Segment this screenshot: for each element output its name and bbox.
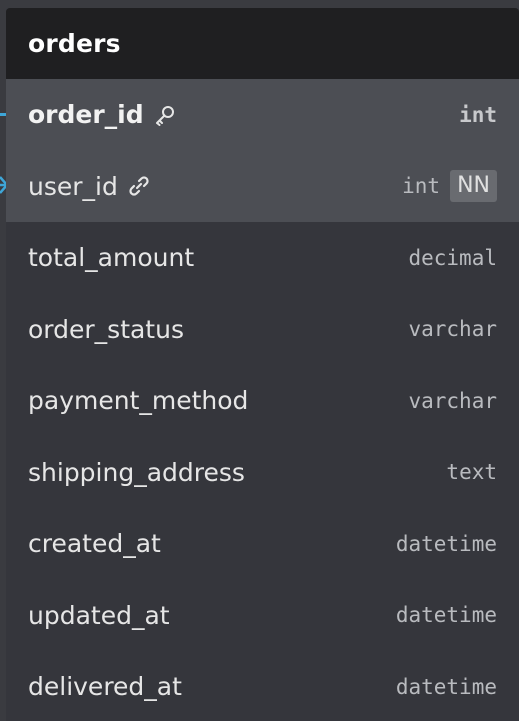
column-type: varchar [408, 317, 497, 342]
column-row[interactable]: shipping_address text [6, 436, 519, 508]
column-row[interactable]: updated_at datetime [6, 579, 519, 651]
column-name: total_amount [28, 243, 195, 273]
column-name: order_status [28, 314, 184, 344]
diagram-canvas: orders order_id int user_id int NN total… [0, 0, 519, 721]
column-type: datetime [395, 531, 497, 556]
column-name: user_id [28, 171, 118, 201]
column-type: datetime [395, 603, 497, 628]
column-row[interactable]: total_amount decimal [6, 222, 519, 294]
column-row[interactable]: delivered_at datetime [6, 651, 519, 721]
not-null-badge: NN [450, 170, 497, 203]
link-icon [128, 175, 150, 197]
column-type: datetime [395, 674, 497, 699]
table-node-orders[interactable]: orders order_id int user_id int NN total… [6, 8, 519, 721]
column-row[interactable]: payment_method varchar [6, 365, 519, 437]
table-title: orders [28, 29, 121, 58]
key-icon [154, 104, 176, 126]
column-type: text [446, 460, 497, 485]
column-name: created_at [28, 529, 161, 559]
column-row[interactable]: order_status varchar [6, 293, 519, 365]
column-name: shipping_address [28, 457, 245, 487]
column-type: decimal [408, 245, 497, 270]
column-row[interactable]: user_id int NN [6, 150, 519, 222]
column-type: varchar [408, 388, 497, 413]
column-type: int [402, 174, 441, 199]
column-name: order_id [28, 100, 144, 130]
column-name: updated_at [28, 600, 170, 630]
column-type: int [459, 102, 497, 127]
column-name: payment_method [28, 386, 249, 416]
column-name: delivered_at [28, 672, 182, 702]
column-row[interactable]: order_id int [6, 79, 519, 151]
column-row[interactable]: created_at datetime [6, 508, 519, 580]
table-header[interactable]: orders [6, 8, 519, 79]
